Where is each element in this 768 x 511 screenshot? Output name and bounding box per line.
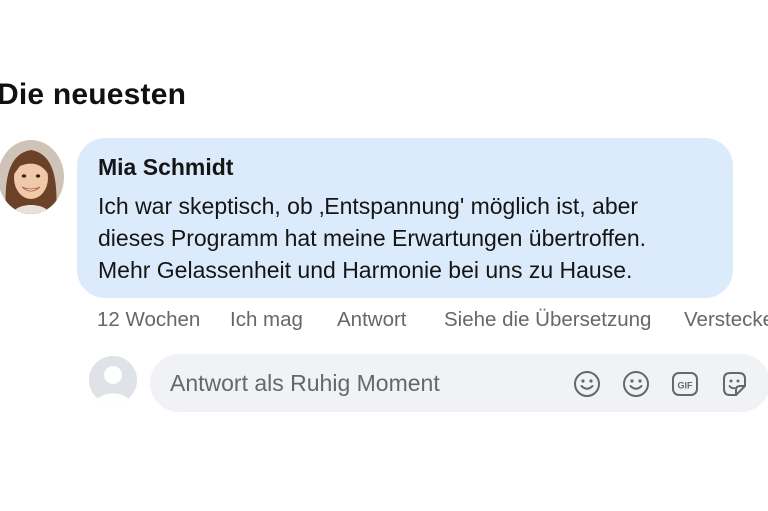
emoji-icon[interactable] (621, 369, 651, 399)
reply-input[interactable]: Antwort als Ruhig Moment GIF (150, 354, 768, 412)
comment-timestamp[interactable]: 12 Wochen (97, 308, 200, 332)
author-photo (0, 140, 64, 214)
sticker-icon[interactable] (719, 369, 749, 399)
default-user-icon (89, 356, 137, 404)
like-button[interactable]: Ich mag (230, 308, 303, 332)
section-title: Die neuesten (0, 78, 187, 111)
comment-line: Mehr Gelassenheit und Harmonie bei uns z… (98, 257, 633, 283)
author-avatar[interactable] (0, 140, 64, 214)
hide-button[interactable]: Verstecken (684, 308, 768, 332)
svg-text:GIF: GIF (678, 381, 694, 391)
gif-icon[interactable]: GIF (670, 369, 700, 399)
reply-button[interactable]: Antwort (337, 308, 407, 332)
comment-text: Ich war skeptisch, ob ‚Entspannung' mögl… (98, 190, 728, 286)
comment-bubble: Mia Schmidt Ich war skeptisch, ob ‚Entsp… (77, 138, 733, 298)
smiley-icon[interactable] (572, 369, 602, 399)
comment-author[interactable]: Mia Schmidt (98, 154, 233, 181)
reply-placeholder: Antwort als Ruhig Moment (170, 370, 440, 396)
comment-line: dieses Programm hat meine Erwartungen üb… (98, 225, 647, 251)
comment-line: Ich war skeptisch, ob ‚Entspannung' mögl… (98, 193, 639, 219)
see-translation-link[interactable]: Siehe die Übersetzung (444, 308, 651, 332)
current-user-avatar[interactable] (89, 356, 137, 404)
